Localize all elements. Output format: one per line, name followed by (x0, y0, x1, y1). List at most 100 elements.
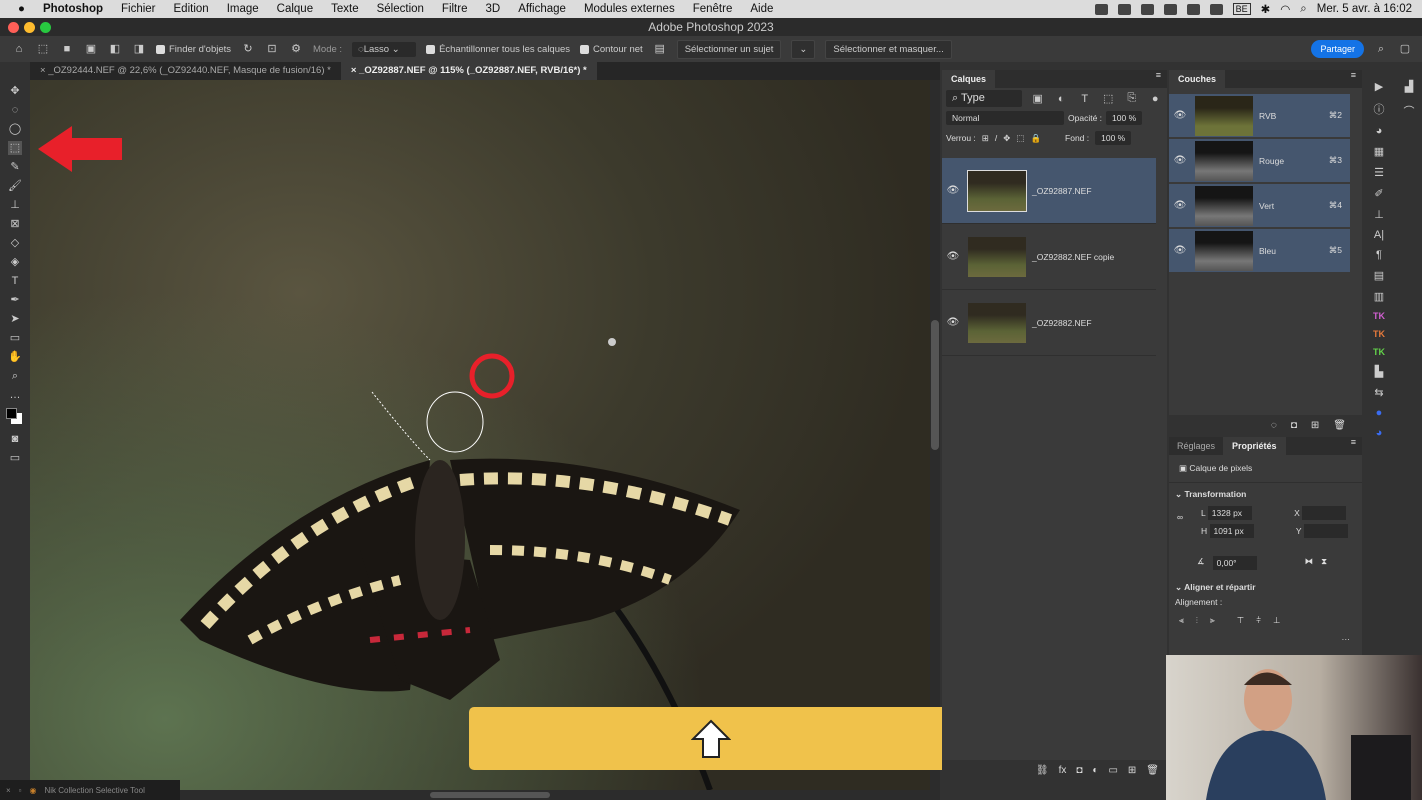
object-selection-preset-icon[interactable]: ⬚ (36, 42, 50, 56)
libraries-icon[interactable]: ▤ (1371, 269, 1387, 282)
blend-mode-select[interactable]: Normal (946, 111, 1064, 125)
plugin-icon[interactable]: ▙ (1371, 365, 1387, 378)
visibility-eye-icon[interactable]: 👁 (1169, 155, 1191, 166)
tk-cx-plugin-icon[interactable]: TK (1371, 329, 1387, 339)
status-icon[interactable] (1163, 3, 1177, 15)
lock-position-icon[interactable]: ✥ (1003, 133, 1010, 144)
menu-fenetre[interactable]: Fenêtre (693, 3, 733, 15)
mode-select[interactable]: ◌Lasso ⌄ (352, 41, 417, 57)
more-options-icon[interactable]: ··· (1169, 634, 1362, 644)
menu-fichier[interactable]: Fichier (121, 3, 156, 15)
frame-tool-icon[interactable]: ⊠ (8, 217, 22, 231)
move-tool-icon[interactable]: ✥ (8, 84, 22, 98)
character-icon[interactable]: A| (1371, 229, 1387, 241)
screen-mode-icon[interactable]: ▭ (8, 451, 22, 465)
layers-tab[interactable]: Calques (942, 70, 996, 88)
select-and-mask-button[interactable]: Sélectionner et masquer... (825, 39, 952, 59)
hand-tool-icon[interactable]: ✋ (8, 350, 22, 364)
transform-section[interactable]: ⌄ Transformation (1169, 483, 1362, 506)
play-actions-icon[interactable]: ▶ (1371, 80, 1387, 93)
bucket-tool-icon[interactable]: ◈ (8, 255, 22, 269)
eraser-tool-icon[interactable]: ◇ (8, 236, 22, 250)
panel-menu-icon[interactable]: ≡ (1351, 437, 1362, 455)
info-icon[interactable]: ⓘ (1371, 101, 1387, 117)
vertical-scrollbar[interactable] (930, 80, 940, 790)
adjustments-tab[interactable]: Réglages (1169, 437, 1223, 455)
refresh-icon[interactable]: ↻ (241, 42, 255, 56)
layer-row[interactable]: 👁 _OZ92882.NEF copie (942, 224, 1156, 290)
align-vcenter-icon[interactable]: ⫩ (1256, 615, 1261, 626)
add-selection-icon[interactable]: ▣ (84, 42, 98, 56)
wifi-icon[interactable]: ◠ (1280, 2, 1290, 16)
menu-aide[interactable]: Aide (750, 3, 773, 15)
link-dimensions-icon[interactable]: ∞ (1177, 512, 1183, 522)
feedback-icon[interactable]: ▤ (653, 42, 667, 56)
menu-calque[interactable]: Calque (277, 3, 313, 15)
tk-co-plugin-icon[interactable]: TK (1371, 311, 1387, 321)
tab-document-1[interactable]: × _OZ92444.NEF @ 22,6% (_OZ92440.NEF, Ma… (30, 62, 341, 80)
panel-menu-icon[interactable]: ≡ (1351, 70, 1362, 88)
visibility-eye-icon[interactable]: 👁 (942, 251, 964, 262)
visibility-eye-icon[interactable]: 👁 (1169, 200, 1191, 211)
status-icon[interactable] (1094, 3, 1108, 15)
marquee-tool-icon[interactable]: ◌ (8, 103, 22, 117)
trash-icon[interactable]: 🗑 (1333, 420, 1346, 431)
minimize-window-button[interactable] (24, 22, 35, 33)
rectangle-tool-icon[interactable]: ▭ (8, 331, 22, 345)
stamp-tool-icon[interactable]: ⊥ (8, 198, 22, 212)
gear-icon[interactable]: ⚙ (289, 42, 303, 56)
input-source[interactable]: BE (1232, 3, 1251, 15)
channels-tab[interactable]: Couches (1169, 70, 1226, 88)
menu-affichage[interactable]: Affichage (518, 3, 566, 15)
tk-mm-plugin-icon[interactable]: TK (1371, 347, 1387, 357)
menu-edition[interactable]: Edition (174, 3, 209, 15)
eyedropper-tool-icon[interactable]: ✎ (8, 160, 22, 174)
menu-image[interactable]: Image (227, 3, 259, 15)
pixel-filter-icon[interactable]: ▣ (1030, 92, 1046, 105)
visibility-eye-icon[interactable]: 👁 (942, 317, 964, 328)
more-tools-icon[interactable]: … (8, 388, 22, 402)
nik-collection-panel[interactable]: × ▫ ◉ Nik Collection Selective Tool (0, 780, 180, 800)
channel-row[interactable]: 👁 RVB ⌘2 (1169, 94, 1350, 138)
align-hcenter-icon[interactable]: ⫶ (1196, 615, 1198, 626)
hard-edge-checkbox[interactable]: Contour net (580, 44, 643, 55)
visibility-eye-icon[interactable]: 👁 (1169, 245, 1191, 256)
subtract-selection-icon[interactable]: ◧ (108, 42, 122, 56)
y-field[interactable] (1303, 524, 1348, 538)
menu-modules[interactable]: Modules externes (584, 3, 675, 15)
layer-row[interactable]: 👁 _OZ92882.NEF (942, 290, 1156, 356)
new-channel-icon[interactable]: ⊞ (1311, 420, 1319, 431)
document-canvas[interactable] (30, 80, 930, 790)
x-field[interactable] (1302, 506, 1347, 520)
fill-field[interactable]: 100 % (1095, 131, 1132, 145)
swatches-icon[interactable]: ▦ (1371, 145, 1387, 158)
histogram-icon[interactable]: ▟ (1401, 80, 1417, 93)
height-field[interactable]: 1091 px (1209, 524, 1254, 538)
quick-mask-icon[interactable]: ◙ (8, 432, 22, 446)
lock-pixels-icon[interactable]: ⊞ (982, 133, 989, 144)
layer-row[interactable]: 👁 _OZ92887.NEF (942, 158, 1156, 224)
show-objects-icon[interactable]: ⊡ (265, 42, 279, 56)
panel-menu-icon[interactable]: ≡ (1156, 70, 1167, 88)
align-section[interactable]: ⌄ Aligner et répartir (1169, 570, 1362, 597)
spotlight-icon[interactable]: ⌕ (1300, 3, 1306, 16)
minimize-icon[interactable]: ▫ (19, 786, 22, 795)
trash-icon[interactable]: 🗑 (1146, 765, 1159, 776)
object-finder-checkbox[interactable]: Finder d'objets (156, 44, 231, 55)
smart-filter-icon[interactable]: ⎘ (1124, 92, 1140, 105)
path-selection-tool-icon[interactable]: ➤ (8, 312, 22, 326)
properties-tab[interactable]: Propriétés (1223, 437, 1286, 455)
blue-plugin-icon[interactable]: ● (1371, 407, 1387, 419)
status-icon[interactable] (1117, 3, 1131, 15)
clone-source-icon[interactable]: ⊥ (1371, 208, 1387, 221)
fx-icon[interactable]: fx (1059, 765, 1067, 776)
new-selection-icon[interactable]: ■ (60, 42, 74, 56)
lock-all-icon[interactable]: 🔒 (1030, 133, 1041, 144)
object-selection-tool-icon[interactable]: ⬚ (8, 141, 22, 155)
align-left-icon[interactable]: ⫷ (1179, 615, 1184, 626)
color-swatches[interactable] (5, 407, 25, 427)
flip-vertical-icon[interactable]: ⧗ (1321, 556, 1327, 570)
plugin-icon[interactable]: ⇆ (1371, 386, 1387, 399)
group-icon[interactable]: ▭ (1108, 765, 1117, 776)
channel-row[interactable]: 👁 Vert ⌘4 (1169, 184, 1350, 228)
